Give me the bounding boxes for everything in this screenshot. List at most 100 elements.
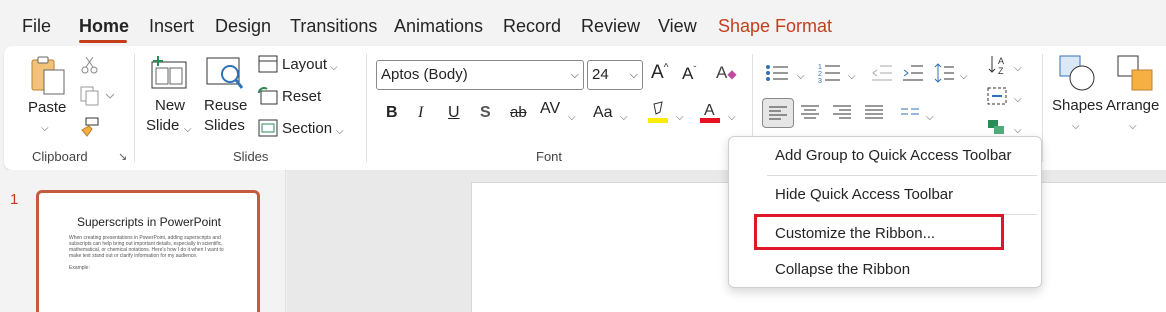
strikethrough-icon[interactable]: ab (510, 104, 527, 121)
underline-icon[interactable]: U (448, 104, 460, 122)
paste-chevron-down-icon[interactable]: ⌵ (41, 120, 49, 138)
bullets-chevron-down-icon[interactable]: ⌵ (797, 68, 805, 86)
reset-label[interactable]: Reset (282, 88, 321, 106)
tab-design[interactable]: Design (215, 15, 271, 37)
svg-text:1: 1 (818, 64, 822, 71)
shapes-label[interactable]: Shapes (1052, 97, 1103, 115)
layout-label[interactable]: Layout (282, 56, 327, 74)
numbering-chevron-down-icon[interactable]: ⌵ (848, 68, 856, 86)
section-chevron-down-icon[interactable]: ⌵ (336, 123, 344, 141)
active-tab-indicator (79, 40, 127, 43)
arrange-chevron-down-icon[interactable]: ⌵ (1129, 118, 1137, 136)
thumbnail-title: Superscripts in PowerPoint (76, 215, 222, 229)
copy-icon[interactable] (80, 86, 114, 106)
font-face-chevron-down-icon[interactable]: ⌵ (571, 61, 579, 89)
italic-icon[interactable]: I (418, 104, 423, 122)
bullets-icon[interactable] (766, 64, 788, 82)
text-direction-icon[interactable]: AZ (988, 54, 1010, 76)
group-divider (1042, 54, 1043, 162)
menu-item-hide-qat[interactable]: Hide Quick Access Toolbar (775, 186, 953, 203)
bold-icon[interactable]: B (386, 104, 398, 122)
highlight-chevron-down-icon[interactable]: ⌵ (676, 109, 684, 127)
align-center-icon[interactable] (800, 104, 820, 120)
format-painter-icon[interactable] (80, 116, 100, 138)
tab-file[interactable]: File (22, 15, 51, 37)
align-text-chevron-down-icon[interactable]: ⌵ (1014, 91, 1022, 109)
new-slide-icon[interactable] (150, 56, 188, 90)
align-left-button[interactable] (762, 98, 794, 128)
columns-icon[interactable] (900, 106, 920, 120)
align-text-icon[interactable] (986, 86, 1008, 106)
ribbon-tab-bar: File Home Insert Design Transitions Anim… (0, 0, 1166, 46)
decrease-indent-icon[interactable] (872, 64, 892, 82)
line-spacing-icon[interactable] (934, 62, 954, 84)
font-color-icon[interactable]: A (700, 100, 720, 124)
reuse-slides-icon[interactable] (206, 56, 244, 92)
new-slide-label-line1[interactable]: New (155, 97, 185, 115)
font-size-chevron-down-icon[interactable]: ⌵ (630, 61, 638, 89)
tab-shape-format[interactable]: Shape Format (718, 15, 832, 37)
justify-icon[interactable] (864, 104, 884, 120)
character-spacing-label: AV (540, 100, 561, 117)
section-icon[interactable] (258, 119, 278, 137)
svg-text:A: A (998, 56, 1004, 66)
reuse-slides-label-line2[interactable]: Slides (204, 117, 245, 135)
thumbnail-example: Example: (69, 265, 90, 271)
tab-record[interactable]: Record (503, 15, 561, 37)
menu-item-add-group-to-qat[interactable]: Add Group to Quick Access Toolbar (775, 147, 1012, 164)
new-slide-chevron-down-icon[interactable]: ⌵ (184, 121, 192, 139)
character-spacing-icon[interactable]: AV (540, 100, 560, 118)
align-left-icon (769, 106, 787, 120)
cut-icon[interactable] (80, 55, 100, 75)
line-spacing-chevron-down-icon[interactable]: ⌵ (960, 68, 968, 86)
numbering-icon[interactable]: 123 (818, 62, 840, 84)
columns-chevron-down-icon[interactable]: ⌵ (926, 109, 934, 127)
increase-font-size-icon[interactable]: A^ (651, 62, 668, 84)
reset-icon[interactable] (258, 87, 278, 105)
tab-insert[interactable]: Insert (149, 15, 194, 37)
smartart-icon[interactable] (986, 118, 1008, 136)
layout-icon[interactable] (258, 55, 278, 73)
font-color-chevron-down-icon[interactable]: ⌵ (728, 109, 736, 127)
tab-review[interactable]: Review (581, 15, 640, 37)
paste-icon[interactable] (28, 54, 68, 98)
tab-transitions[interactable]: Transitions (290, 15, 377, 37)
font-face-value: Aptos (Body) (381, 66, 468, 83)
tab-home[interactable]: Home (79, 15, 129, 37)
font-size-value: 24 (592, 66, 609, 83)
increase-indent-icon[interactable] (903, 64, 923, 82)
font-face-select[interactable]: Aptos (Body) ⌵ (376, 60, 584, 90)
slide-thumbnail[interactable]: Superscripts in PowerPoint When creating… (36, 190, 260, 312)
align-right-icon[interactable] (832, 104, 852, 120)
arrange-icon[interactable] (1116, 54, 1156, 94)
font-size-select[interactable]: 24 ⌵ (587, 60, 643, 90)
menu-divider (767, 175, 1037, 176)
clear-formatting-icon[interactable]: A◆ (716, 63, 737, 83)
decrease-font-size-icon[interactable]: Aˇ (682, 64, 696, 84)
svg-text:A: A (704, 102, 715, 119)
layout-chevron-down-icon[interactable]: ⌵ (330, 59, 338, 77)
svg-text:3: 3 (818, 78, 822, 84)
highlight-color-icon[interactable] (648, 100, 668, 124)
reuse-slides-label-line1[interactable]: Reuse (204, 97, 247, 115)
section-label[interactable]: Section (282, 120, 332, 138)
ribbon-context-menu: Add Group to Quick Access Toolbar Hide Q… (728, 136, 1042, 288)
slides-group-label: Slides (233, 149, 269, 164)
change-case-label: Aa (593, 104, 613, 121)
tab-view[interactable]: View (658, 15, 697, 37)
change-case-chevron-down-icon[interactable]: ⌵ (620, 109, 628, 127)
clipboard-group-label: Clipboard (32, 149, 88, 164)
shapes-chevron-down-icon[interactable]: ⌵ (1072, 118, 1080, 136)
clipboard-launcher-icon[interactable]: ↘ (118, 150, 127, 163)
text-shadow-icon[interactable]: S (480, 104, 491, 122)
tab-animations[interactable]: Animations (394, 15, 483, 37)
slide-number: 1 (10, 191, 19, 208)
new-slide-label-line2[interactable]: Slide (146, 117, 179, 135)
character-spacing-chevron-down-icon[interactable]: ⌵ (568, 109, 576, 127)
change-case-icon[interactable]: Aa (593, 104, 613, 122)
menu-item-collapse-ribbon[interactable]: Collapse the Ribbon (775, 261, 910, 278)
paste-label[interactable]: Paste (28, 99, 66, 117)
shapes-icon[interactable] (1058, 54, 1098, 94)
text-direction-chevron-down-icon[interactable]: ⌵ (1014, 60, 1022, 78)
arrange-label[interactable]: Arrange (1106, 97, 1159, 115)
